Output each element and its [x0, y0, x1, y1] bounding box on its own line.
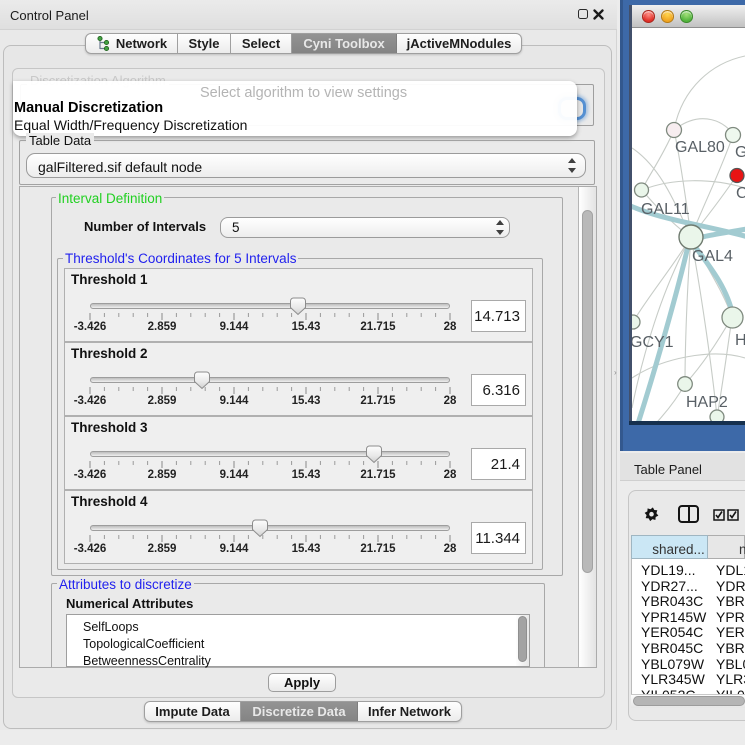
svg-text:HAP2: HAP2 [686, 394, 728, 411]
svg-text:GAL80: GAL80 [675, 139, 725, 156]
svg-text:GCY1: GCY1 [632, 334, 674, 351]
svg-text:C: C [736, 185, 745, 202]
svg-text:H: H [735, 332, 745, 349]
svg-text:GAL11: GAL11 [641, 201, 690, 218]
svg-text:GAL4: GAL4 [692, 248, 733, 265]
svg-text:G.: G. [735, 144, 745, 161]
